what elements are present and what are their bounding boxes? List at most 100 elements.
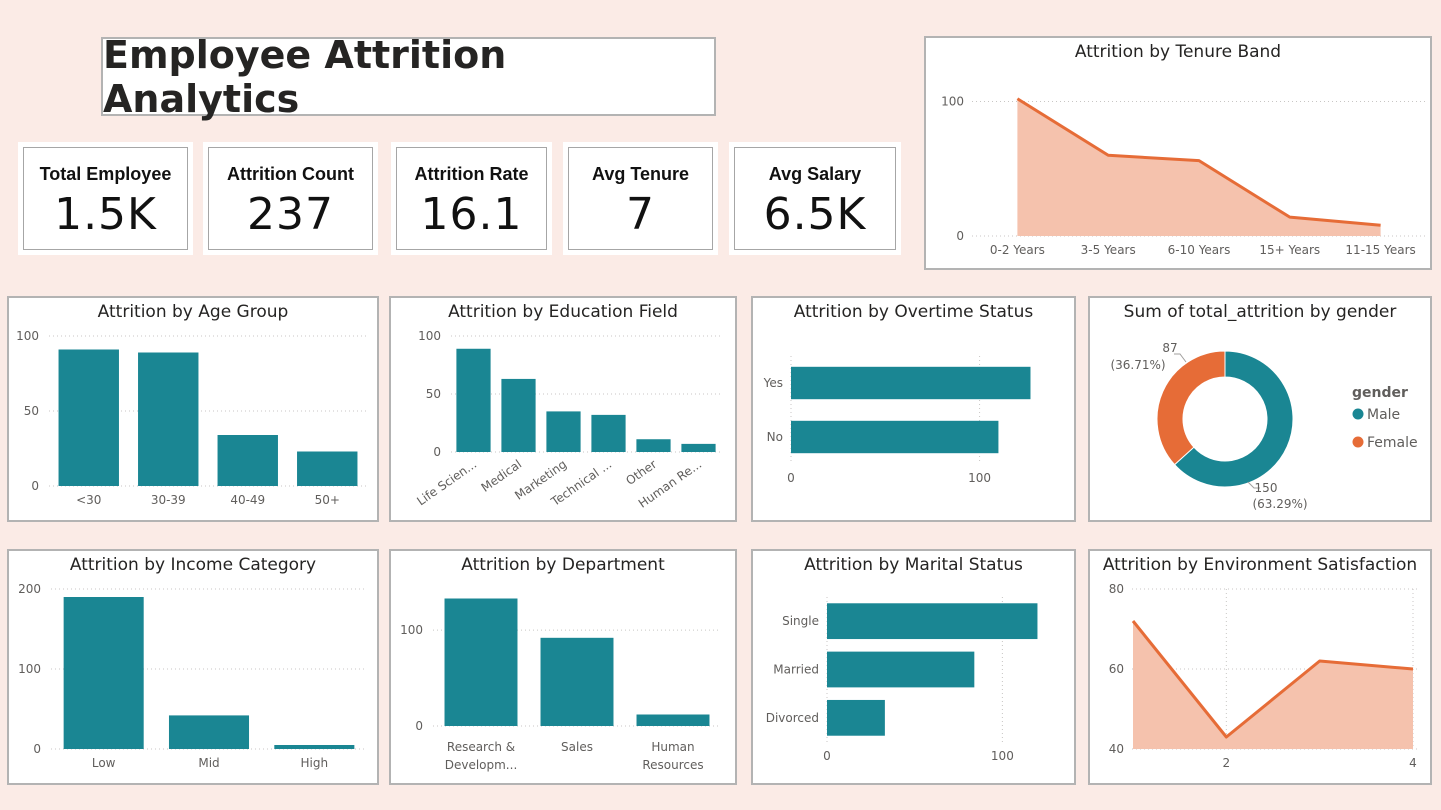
kpi-label: Avg Salary: [768, 164, 862, 184]
x-tick-label: 0: [823, 749, 831, 763]
legend-marker: [1352, 436, 1364, 448]
data-label-value: 150: [1255, 481, 1278, 495]
kpi-card-attrition-rate[interactable]: Attrition Rate 16.1: [391, 142, 552, 255]
kpi-label: Avg Tenure: [591, 164, 689, 184]
bar: [297, 451, 358, 486]
chart-svg-age: 0 50 100 <30 30-39 40-49 50+: [16, 329, 367, 507]
legend-marker: [1352, 408, 1364, 420]
x-tick-label: 4: [1409, 756, 1417, 770]
bar: [501, 378, 536, 452]
x-tick-label: <30: [76, 493, 101, 507]
leader-line: [1174, 353, 1187, 363]
kpi-card-frame: Attrition Rate 16.1: [396, 147, 547, 250]
x-tick-label: Mid: [198, 756, 219, 770]
x-tick-label-line: Human: [651, 740, 694, 754]
y-tick-label: 40: [1109, 742, 1124, 756]
y-tick-label: 100: [418, 329, 441, 343]
x-tick-label: 2: [1223, 756, 1231, 770]
x-tick-label: 100: [991, 749, 1014, 763]
dashboard-title: Employee Attrition Analytics: [103, 32, 507, 121]
y-tick-label: 0: [433, 445, 441, 459]
kpi-value: 7: [626, 189, 655, 240]
x-tick-label: 6-10 Years: [1168, 243, 1231, 257]
kpi-label: Attrition Count: [227, 164, 354, 184]
kpi-card-frame: Total Employee 1.5K: [23, 147, 188, 250]
x-tick-label: Human Resources: [642, 740, 703, 772]
y-tick-label: 0: [33, 742, 41, 756]
y-tick-label: No: [767, 430, 783, 444]
y-tick-label: Yes: [763, 376, 783, 390]
chart-svg-overtime: 0 100 Yes No: [763, 356, 1031, 485]
chart-svg-education: 050100Life Scien... MedicalMarketingTechn…: [414, 329, 721, 511]
bar: [791, 366, 1031, 400]
bar: [274, 745, 355, 749]
y-tick-label: Single: [782, 614, 819, 628]
kpi-label: Attrition Rate: [414, 164, 529, 184]
kpi-label: Total Employee: [39, 164, 172, 184]
chart-card-education-field[interactable]: Attrition by Education Field 0 50 100 Life …: [389, 296, 737, 522]
chart-card-gender[interactable]: Sum of total_attrition by gender 150 (63.…: [1088, 296, 1432, 522]
x-tick-label: 100: [968, 471, 991, 485]
chart-svg-income: 0 100 200 Low Mid High: [18, 582, 367, 770]
data-label-value: 87: [1162, 341, 1177, 355]
bar: [546, 411, 581, 452]
bar: [58, 349, 119, 486]
chart-card-age-group[interactable]: Attrition by Age Group 0 50 100 <30 30-39 40-…: [7, 296, 379, 522]
bar: [444, 598, 518, 726]
x-tick-label: High: [301, 756, 329, 770]
chart-card-income-category[interactable]: Attrition by Income Category 0 100 200 Low M…: [7, 549, 379, 785]
bar: [636, 714, 710, 726]
bar: [138, 352, 199, 486]
chart-card-overtime-status[interactable]: Attrition by Overtime Status 0 100 Yes No: [751, 296, 1076, 522]
y-tick-label: Married: [773, 663, 819, 677]
y-tick-label: 0: [31, 479, 39, 493]
bar: [681, 443, 716, 452]
bar: [456, 348, 491, 452]
kpi-card-attrition-count[interactable]: Attrition Count 237: [203, 142, 378, 255]
y-tick-label: 80: [1109, 582, 1124, 596]
y-tick-label: 50: [426, 387, 441, 401]
kpi-card-frame: Avg Salary 6.5K: [734, 147, 896, 250]
kpi-value: 237: [247, 189, 334, 240]
bar: [63, 597, 144, 749]
kpi-card-frame: Avg Tenure 7: [568, 147, 713, 250]
kpi-value: 16.1: [420, 189, 523, 240]
bar: [540, 637, 614, 726]
bar: [827, 651, 975, 688]
kpi-card-total-employee[interactable]: Total Employee 1.5K: [18, 142, 193, 255]
data-label-pct: (36.71%): [1110, 358, 1165, 372]
chart-card-tenure-band[interactable]: Attrition by Tenure Band 0 100 0-2 Years 3-…: [924, 36, 1432, 270]
kpi-value: 1.5K: [54, 189, 157, 240]
chart-svg-marital: 0 100 Single Married Divorced: [766, 597, 1038, 763]
y-tick-label: 60: [1109, 662, 1124, 676]
legend-item: Female: [1367, 435, 1418, 451]
x-tick-label: 40-49: [230, 493, 265, 507]
dashboard-title-box: Employee Attrition Analytics: [101, 33, 716, 121]
x-tick-label: Other: [623, 457, 659, 488]
chart-card-marital-status[interactable]: Attrition by Marital Status 0 100 Single Ma…: [751, 549, 1076, 785]
x-tick-label: 50+: [315, 493, 340, 507]
y-tick-label: 100: [18, 662, 41, 676]
chart-card-environment-satisfaction[interactable]: Attrition by Environment Satisfaction 40…: [1088, 549, 1432, 785]
bar: [168, 715, 250, 749]
kpi-value: 6.5K: [763, 189, 867, 240]
kpi-card-avg-salary[interactable]: Avg Salary 6.5K: [729, 142, 901, 255]
bar: [827, 603, 1038, 640]
y-tick-label: 50: [24, 404, 39, 418]
x-tick-label: 0: [787, 471, 795, 485]
area-fill: [1133, 621, 1413, 749]
x-tick-label: 15+ Years: [1259, 243, 1320, 257]
bar: [217, 435, 278, 486]
kpi-card-avg-tenure[interactable]: Avg Tenure 7: [563, 142, 718, 255]
chart-svg-gender: 150 (63.29%) 87 (36.71%) gender Male Female: [1110, 341, 1418, 511]
bar: [636, 439, 671, 452]
legend-title: gender: [1352, 385, 1408, 401]
x-tick-label-line: Sales: [561, 740, 593, 754]
x-tick-label: Sales: [561, 740, 593, 754]
legend-item: Male: [1367, 407, 1400, 423]
y-tick-label: 0: [956, 229, 964, 243]
chart-card-department[interactable]: Attrition by Department 0 100 Research & De…: [389, 549, 737, 785]
x-tick-label: Low: [92, 756, 116, 770]
x-tick-label: Research & Developm...: [445, 740, 518, 772]
kpi-card-frame: Attrition Count 237: [208, 147, 373, 250]
